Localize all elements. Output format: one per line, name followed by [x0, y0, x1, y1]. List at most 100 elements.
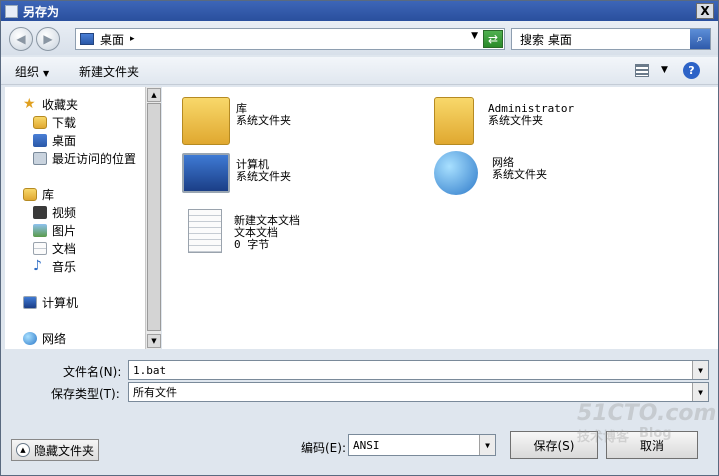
chevron-down-icon: ▼ — [43, 69, 50, 78]
watermark: 51CTO.com 技术博客 Blog — [577, 401, 717, 461]
sidebar-item-documents[interactable]: 文档 — [33, 239, 76, 257]
search-placeholder: 搜索 桌面 — [520, 32, 572, 47]
search-icon: ⌕ — [696, 32, 704, 45]
sidebar-item-libraries[interactable]: 库 — [23, 185, 54, 203]
library-folder-icon — [182, 97, 230, 145]
sidebar-scrollbar[interactable]: ▲ ▼ — [145, 87, 161, 349]
address-dropdown-icon[interactable]: ▼ — [471, 31, 478, 41]
network-icon — [23, 331, 37, 345]
scroll-thumb[interactable] — [147, 103, 161, 331]
list-item-text-document[interactable]: 新建文本文档 文本文档 0 字节 — [188, 209, 300, 253]
address-text: 桌面 — [100, 32, 125, 47]
help-button[interactable]: ? — [683, 62, 700, 79]
view-dropdown-icon[interactable]: ▼ — [661, 65, 668, 75]
navigation-pane: ★ 收藏夹 下载 桌面 最近访问的位置 库 视频 图片 文档 ♪ 音乐 计算机 网络 — [5, 87, 145, 349]
encoding-select[interactable]: ANSI ▼ — [348, 434, 496, 456]
network-globe-icon — [434, 151, 478, 195]
scroll-up-icon[interactable]: ▲ — [147, 88, 161, 102]
close-button[interactable]: X — [696, 3, 714, 19]
sidebar-item-label: 最近访问的位置 — [52, 151, 137, 166]
search-button[interactable]: ⌕ — [690, 29, 710, 49]
window-icon — [5, 4, 18, 18]
filename-input[interactable]: 1.bat ▼ — [128, 360, 709, 380]
video-library-icon — [33, 205, 47, 219]
item-type: 系统文件夹 — [492, 168, 547, 181]
star-icon: ★ — [23, 96, 36, 112]
sidebar-item-label: 库 — [42, 187, 55, 202]
forward-arrow-icon: ▶ — [43, 32, 53, 46]
desktop-icon — [33, 133, 47, 147]
list-item-administrator[interactable]: Administrator 系统文件夹 — [434, 97, 574, 145]
sidebar-item-label: 音乐 — [52, 259, 77, 274]
sidebar-item-recent[interactable]: 最近访问的位置 — [33, 149, 136, 167]
sidebar-item-pictures[interactable]: 图片 — [33, 221, 76, 239]
sidebar-item-label: 计算机 — [42, 295, 79, 310]
filename-label: 文件名(N): — [63, 365, 122, 379]
recent-places-icon — [33, 151, 47, 165]
watermark-sub: 技术博客 — [577, 430, 630, 445]
sidebar-item-videos[interactable]: 视频 — [33, 203, 76, 221]
document-library-icon — [33, 241, 47, 255]
refresh-button[interactable]: ⇄ — [483, 30, 503, 48]
save-as-dialog: 另存为 X ◀ ▶ 桌面 ▸ ▼ ⇄ 搜索 桌面 ⌕ 组织 ▼ 新建文件夹 ▼ ?… — [0, 0, 719, 476]
address-bar[interactable]: 桌面 ▸ ▼ ⇄ — [75, 28, 505, 50]
user-folder-icon — [434, 97, 474, 145]
sidebar-item-music[interactable]: ♪ 音乐 — [33, 257, 76, 275]
filetype-value: 所有文件 — [133, 386, 177, 399]
search-box[interactable]: 搜索 桌面 ⌕ — [511, 28, 711, 50]
back-arrow-icon: ◀ — [16, 32, 26, 46]
library-folder-icon — [23, 187, 37, 201]
sidebar-item-label: 桌面 — [52, 133, 77, 148]
desktop-icon — [80, 33, 94, 45]
item-type: 系统文件夹 — [488, 114, 543, 127]
sidebar-item-network[interactable]: 网络 — [23, 329, 66, 347]
scroll-down-icon[interactable]: ▼ — [147, 334, 161, 348]
sidebar-item-computer[interactable]: 计算机 — [23, 293, 78, 311]
filetype-dropdown-icon[interactable]: ▼ — [692, 383, 708, 401]
forward-button[interactable]: ▶ — [36, 27, 60, 51]
filename-value: 1.bat — [133, 363, 167, 377]
computer-icon — [23, 295, 37, 309]
window-title: 另存为 — [23, 4, 60, 19]
filetype-label: 保存类型(T): — [51, 387, 120, 401]
sidebar-item-label: 网络 — [42, 331, 67, 346]
watermark-site: 51CTO.com — [577, 401, 717, 426]
new-folder-button[interactable]: 新建文件夹 — [79, 63, 139, 80]
organize-label: 组织 — [15, 65, 40, 79]
hide-folders-button[interactable]: ▲ 隐藏文件夹 — [11, 439, 99, 461]
list-item-libraries[interactable]: 库系统文件夹 — [182, 97, 291, 145]
sidebar-item-downloads[interactable]: 下载 — [33, 113, 76, 131]
sidebar-item-label: 图片 — [52, 223, 77, 238]
list-item-network[interactable]: 网络 系统文件夹 — [434, 151, 547, 195]
command-toolbar: 组织 ▼ 新建文件夹 ▼ ? — [1, 57, 718, 85]
back-button[interactable]: ◀ — [9, 27, 33, 51]
refresh-icon: ⇄ — [487, 32, 499, 46]
navigation-bar: ◀ ▶ 桌面 ▸ ▼ ⇄ 搜索 桌面 ⌕ — [1, 21, 718, 55]
view-options-icon[interactable] — [635, 64, 649, 77]
encoding-label: 编码(E): — [301, 441, 346, 455]
sidebar-item-label: 视频 — [52, 205, 77, 220]
sidebar-item-label: 文档 — [52, 241, 77, 256]
filename-dropdown-icon[interactable]: ▼ — [692, 361, 708, 379]
item-type: 系统文件夹 — [236, 114, 291, 127]
text-document-icon — [188, 209, 222, 253]
item-size: 0 字节 — [234, 238, 270, 251]
organize-button[interactable]: 组织 ▼ — [15, 63, 49, 80]
sidebar-item-label: 收藏夹 — [42, 97, 79, 112]
filetype-select[interactable]: 所有文件 ▼ — [128, 382, 709, 402]
sidebar-item-desktop[interactable]: 桌面 — [33, 131, 76, 149]
list-item-computer[interactable]: 计算机 系统文件夹 — [182, 153, 291, 193]
chevron-up-icon: ▲ — [16, 443, 30, 457]
music-note-icon: ♪ — [33, 257, 42, 274]
watermark-blog: Blog — [639, 426, 672, 441]
computer-icon — [182, 153, 230, 193]
file-list: 库系统文件夹 Administrator 系统文件夹 计算机 系统文件夹 网络 系统文… — [162, 87, 718, 349]
encoding-dropdown-icon[interactable]: ▼ — [479, 435, 495, 455]
downloads-folder-icon — [33, 115, 47, 129]
encoding-value: ANSI — [353, 438, 380, 452]
sidebar-item-label: 下载 — [52, 115, 77, 130]
picture-library-icon — [33, 223, 47, 237]
breadcrumb-arrow-icon[interactable]: ▸ — [130, 34, 135, 44]
item-type: 系统文件夹 — [236, 170, 291, 183]
sidebar-item-favorites[interactable]: ★ 收藏夹 — [23, 95, 78, 113]
